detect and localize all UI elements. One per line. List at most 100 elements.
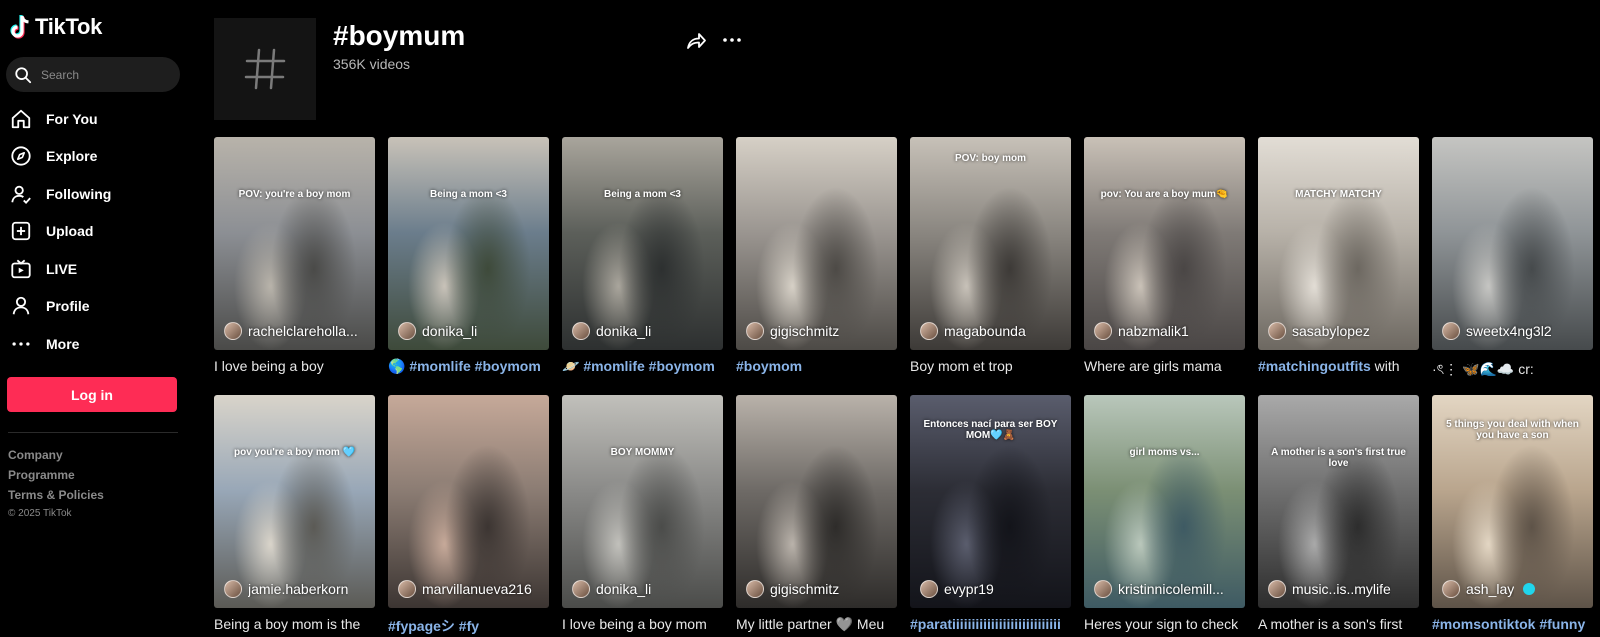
footer-link-programme[interactable]: Programme: [8, 468, 104, 482]
video-card[interactable]: girl moms vs... kristinnicolemill... Heres…: [1084, 395, 1245, 634]
video-author[interactable]: donika_li: [572, 322, 651, 340]
search-icon: [15, 66, 32, 83]
video-card[interactable]: MATCHY MATCHY sasabylopez #matchingoutfits…: [1258, 137, 1419, 376]
video-card[interactable]: gigischmitz My little partner 🩶 Meu: [736, 395, 897, 634]
author-name: gigischmitz: [770, 323, 840, 339]
video-thumbnail[interactable]: 5 things you deal with when you have a s…: [1432, 395, 1593, 608]
video-card[interactable]: pov: You are a boy mum🤏 nabzmalik1 Where a…: [1084, 137, 1245, 376]
author-name: donika_li: [422, 323, 478, 339]
more-options-icon[interactable]: [720, 28, 744, 52]
search-input[interactable]: [41, 67, 171, 82]
video-thumbnail[interactable]: A mother is a son's first true love music…: [1258, 395, 1419, 608]
video-author[interactable]: sweetx4ng3l2: [1442, 322, 1552, 340]
video-author[interactable]: jamie.haberkorn: [224, 580, 348, 598]
video-card[interactable]: pov you're a boy mom 🩵 jamie.haberkorn Bei…: [214, 395, 375, 634]
video-card[interactable]: POV: you're a boy mom rachelclareholla...…: [214, 137, 375, 376]
video-card[interactable]: 5 things you deal with when you have a s…: [1432, 395, 1593, 634]
video-thumbnail[interactable]: girl moms vs... kristinnicolemill...: [1084, 395, 1245, 608]
video-caption[interactable]: #boymom: [736, 358, 897, 376]
avatar: [1094, 322, 1112, 340]
footer-link-terms[interactable]: Terms & Policies: [8, 488, 104, 502]
app-name: TikTok: [35, 14, 103, 39]
author-name: gigischmitz: [770, 581, 840, 597]
video-card[interactable]: Entonces nací para ser BOY MOM🩵🧸 evypr19 #…: [910, 395, 1071, 634]
video-author[interactable]: rachelclareholla...: [224, 322, 358, 340]
video-card[interactable]: Being a mom <3 donika_li 🌎 #momlife #boymo…: [388, 137, 549, 376]
video-caption[interactable]: #paratiiiiiiiiiiiiiiiiiiiiiiiiiiii: [910, 616, 1071, 634]
video-thumbnail[interactable]: MATCHY MATCHY sasabylopez: [1258, 137, 1419, 350]
nav-item-for-you[interactable]: For You: [10, 100, 186, 138]
video-thumbnail[interactable]: pov: You are a boy mum🤏 nabzmalik1: [1084, 137, 1245, 350]
nav-item-profile[interactable]: Profile: [10, 288, 186, 326]
video-caption[interactable]: ·ৎ⋮ 🦋🌊☁️ cr:: [1432, 358, 1593, 376]
video-thumbnail[interactable]: marvillanueva216: [388, 395, 549, 608]
sidebar-divider: [8, 432, 178, 433]
video-overlay-text: POV: boy mom: [954, 153, 1027, 164]
video-author[interactable]: sasabylopez: [1268, 322, 1370, 340]
profile-icon: [10, 295, 32, 317]
video-caption[interactable]: I love being a boy: [214, 358, 375, 376]
video-card[interactable]: sweetx4ng3l2 ·ৎ⋮ 🦋🌊☁️ cr:: [1432, 137, 1593, 376]
video-caption[interactable]: Being a boy mom is the: [214, 616, 375, 634]
video-author[interactable]: magabounda: [920, 322, 1026, 340]
video-author[interactable]: nabzmalik1: [1094, 322, 1189, 340]
video-caption[interactable]: #fypageシ #fy: [388, 616, 549, 634]
search-box[interactable]: [6, 57, 180, 92]
video-card[interactable]: POV: boy mom magabounda Boy mom et trop: [910, 137, 1071, 376]
share-icon[interactable]: [684, 28, 708, 52]
video-author[interactable]: donika_li: [572, 580, 651, 598]
video-author[interactable]: gigischmitz: [746, 322, 839, 340]
video-caption[interactable]: My little partner 🩶 Meu: [736, 616, 897, 634]
nav-item-upload[interactable]: Upload: [10, 213, 186, 251]
video-author[interactable]: kristinnicolemill...: [1094, 580, 1224, 598]
tiktok-logo-icon: [10, 15, 29, 39]
nav-item-explore[interactable]: Explore: [10, 138, 186, 176]
video-card[interactable]: A mother is a son's first true love music…: [1258, 395, 1419, 634]
nav-item-following[interactable]: Following: [10, 175, 186, 213]
video-caption[interactable]: I love being a boy mom: [562, 616, 723, 634]
video-thumbnail[interactable]: Being a mom <3 donika_li: [388, 137, 549, 350]
video-caption[interactable]: Boy mom et trop: [910, 358, 1071, 376]
video-author[interactable]: evypr19: [920, 580, 994, 598]
video-author[interactable]: donika_li: [398, 322, 477, 340]
video-author[interactable]: ash_lay: [1442, 580, 1536, 598]
video-card[interactable]: Being a mom <3 donika_li 🪐 #momlife #boymo…: [562, 137, 723, 376]
video-thumbnail[interactable]: Entonces nací para ser BOY MOM🩵🧸 evypr19: [910, 395, 1071, 608]
sidebar-footer: Company Programme Terms & Policies © 202…: [8, 448, 104, 519]
nav-item-more[interactable]: More: [10, 325, 186, 363]
video-caption[interactable]: Heres your sign to check: [1084, 616, 1245, 634]
video-author[interactable]: music..is..mylife: [1268, 580, 1391, 598]
footer-link-company[interactable]: Company: [8, 448, 104, 462]
video-thumbnail[interactable]: BOY MOMMY donika_li: [562, 395, 723, 608]
video-thumbnail[interactable]: POV: you're a boy mom rachelclareholla...: [214, 137, 375, 350]
video-caption[interactable]: #matchingoutfits with: [1258, 358, 1419, 376]
nav-item-live[interactable]: LIVE: [10, 250, 186, 288]
video-thumbnail[interactable]: pov you're a boy mom 🩵 jamie.haberkorn: [214, 395, 375, 608]
video-overlay-text: pov you're a boy mom 🩵: [234, 447, 355, 458]
video-card[interactable]: gigischmitz #boymom: [736, 137, 897, 376]
video-caption[interactable]: 🪐 #momlife #boymom: [562, 358, 723, 376]
video-thumbnail[interactable]: gigischmitz: [736, 137, 897, 350]
video-thumbnail[interactable]: gigischmitz: [736, 395, 897, 608]
sidebar: TikTok For You Explore Following Upload …: [0, 0, 194, 637]
video-caption[interactable]: 🌎 #momlife #boymom: [388, 358, 549, 376]
page-title: #boymum: [333, 20, 466, 51]
author-name: jamie.haberkorn: [248, 581, 349, 597]
video-thumbnail[interactable]: Being a mom <3 donika_li: [562, 137, 723, 350]
video-thumbnail[interactable]: sweetx4ng3l2: [1432, 137, 1593, 350]
video-caption[interactable]: Where are girls mama: [1084, 358, 1245, 376]
avatar: [920, 322, 938, 340]
video-card[interactable]: marvillanueva216 #fypageシ #fy: [388, 395, 549, 634]
login-button[interactable]: Log in: [7, 377, 177, 412]
author-name: evypr19: [944, 581, 994, 597]
video-caption[interactable]: A mother is a son's first: [1258, 616, 1419, 634]
avatar: [920, 580, 938, 598]
video-caption[interactable]: #momsontiktok #funny: [1432, 616, 1593, 634]
hashtag-icon: [244, 48, 286, 90]
video-card[interactable]: BOY MOMMY donika_li I love being a boy mom: [562, 395, 723, 634]
video-author[interactable]: marvillanueva216: [398, 580, 532, 598]
video-thumbnail[interactable]: POV: boy mom magabounda: [910, 137, 1071, 350]
video-author[interactable]: gigischmitz: [746, 580, 839, 598]
compass-icon: [10, 145, 32, 167]
tiktok-logo[interactable]: TikTok: [10, 14, 102, 40]
